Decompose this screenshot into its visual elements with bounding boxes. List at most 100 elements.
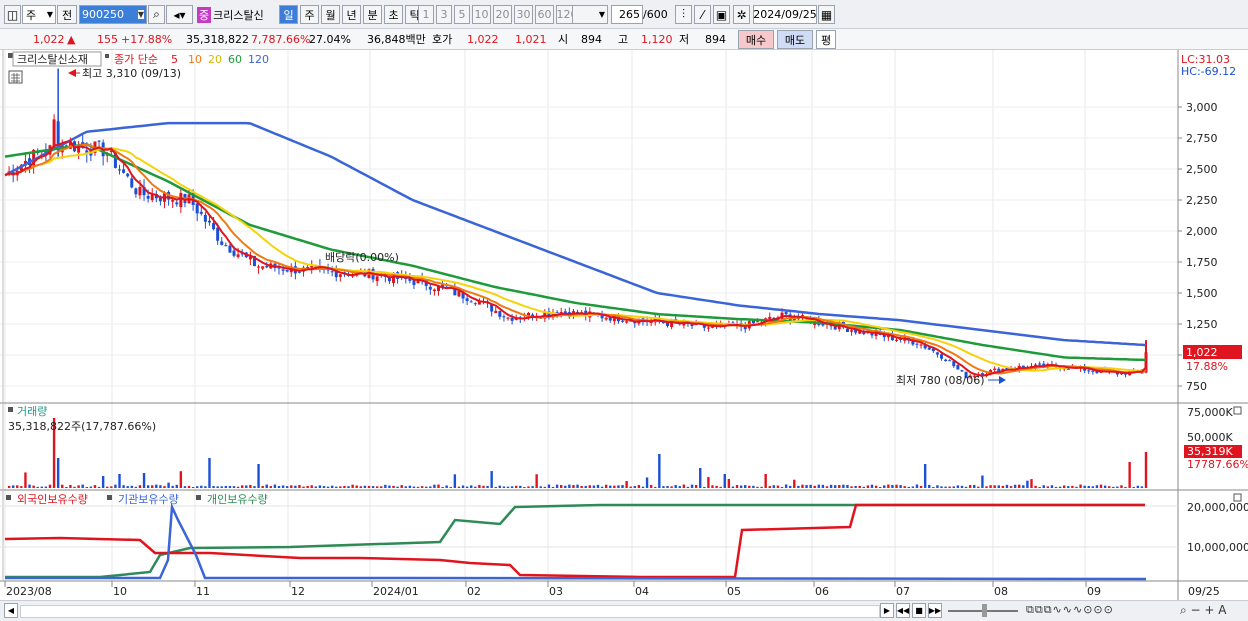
- candle-body: [216, 227, 220, 241]
- prev-button[interactable]: 전: [57, 5, 77, 24]
- volume-bar: [649, 484, 653, 488]
- candle-body: [494, 310, 498, 313]
- x-tick-label: 2023/08: [6, 585, 52, 598]
- candle-body: [257, 266, 261, 268]
- volume-bar: [1022, 485, 1025, 488]
- rewind-icon[interactable]: ◀◀: [896, 603, 910, 618]
- interval-button[interactable]: 30: [514, 5, 533, 24]
- volume-bar: [384, 484, 387, 488]
- volume-bar: [1067, 486, 1070, 488]
- interval-button[interactable]: 3: [436, 5, 452, 24]
- fast-forward-icon[interactable]: ▶▶: [928, 603, 942, 618]
- volume-bar: [932, 486, 935, 488]
- volume-bar: [437, 484, 440, 488]
- count-input[interactable]: 265: [611, 5, 643, 24]
- legend-individual: 개인보유수량: [207, 493, 268, 506]
- volume-bar: [572, 484, 575, 488]
- candle-body: [927, 347, 931, 350]
- volume-bar: [77, 485, 80, 488]
- period-tab[interactable]: 월: [321, 5, 340, 24]
- buy-button[interactable]: 매수: [738, 30, 774, 49]
- candle-body: [845, 328, 849, 332]
- calendar-icon[interactable]: ▦: [818, 5, 835, 24]
- interval-button[interactable]: 5: [454, 5, 470, 24]
- volume-bar: [1128, 462, 1131, 488]
- candle-body: [375, 276, 379, 282]
- interval-button[interactable]: 60: [535, 5, 554, 24]
- volume-bar: [273, 484, 277, 488]
- drawing-tools-icon[interactable]: ⧉⧉⧉∿∿∿⊙⊙⊙: [1026, 603, 1114, 617]
- volume-bar: [314, 486, 318, 488]
- period-tab[interactable]: 주: [300, 5, 319, 24]
- stock-code-input[interactable]: 900250 ▼: [79, 5, 147, 24]
- volume-bar: [245, 485, 248, 488]
- volume-bar: [809, 484, 812, 488]
- volume-bar: [155, 484, 158, 488]
- volume-bar: [114, 484, 117, 488]
- volume-bar: [1120, 485, 1123, 488]
- volume-bar: [793, 479, 796, 488]
- volume-bar: [40, 486, 44, 488]
- interval-button[interactable]: 1: [418, 5, 434, 24]
- interval-dropdown[interactable]: ▼: [572, 5, 608, 24]
- save-icon[interactable]: ▣: [713, 5, 730, 24]
- chart-area[interactable]: 크리스탈신소재 종가 단순 5 10 20 60 120 최고 3,310 (0…: [0, 50, 1248, 600]
- interval-button[interactable]: 20: [493, 5, 512, 24]
- legend-ma120: 120: [248, 53, 269, 66]
- period-tab[interactable]: 년: [342, 5, 361, 24]
- volume-bar: [359, 486, 362, 488]
- period-tab[interactable]: 초: [384, 5, 403, 24]
- volume-bar: [956, 485, 960, 488]
- volume-bar: [682, 484, 686, 488]
- candle-body: [122, 169, 126, 173]
- volume-bar: [543, 486, 547, 488]
- candle-icon[interactable]: ⫶: [675, 5, 692, 24]
- candle-body: [232, 250, 236, 256]
- candle-body: [1087, 370, 1091, 372]
- scroll-track[interactable]: [20, 605, 880, 618]
- volume-bar: [146, 485, 150, 488]
- gear-icon[interactable]: ✲: [733, 5, 750, 24]
- x-tick-label: 10: [113, 585, 127, 598]
- volume-bar: [97, 486, 101, 488]
- volume-bar: [179, 471, 183, 488]
- scroll-right-icon[interactable]: ▶: [880, 603, 894, 618]
- volume-bar: [453, 474, 457, 488]
- candle-body: [956, 365, 960, 370]
- draw-line-icon[interactable]: ⁄: [694, 5, 711, 24]
- volume-bar: [81, 484, 84, 488]
- interval-button[interactable]: 10: [472, 5, 491, 24]
- eval-button[interactable]: 평: [816, 30, 836, 49]
- speaker-icon[interactable]: ◂▾: [166, 5, 193, 24]
- sell-button[interactable]: 매도: [777, 30, 813, 49]
- volume-bar: [433, 484, 436, 488]
- type-select[interactable]: 주 ▼: [22, 5, 56, 24]
- volume-bar: [171, 485, 174, 488]
- volume-bar: [850, 486, 853, 488]
- volume-bar: [498, 485, 502, 488]
- window-layout-icon[interactable]: ◫: [4, 5, 21, 24]
- candle-body: [171, 200, 175, 202]
- legend-ma5: 5: [171, 53, 178, 66]
- scroll-left-icon[interactable]: ◀: [4, 603, 18, 618]
- zoom-slider-handle[interactable]: [982, 604, 987, 617]
- date-input[interactable]: 2024/09/25: [753, 5, 817, 24]
- volume-bar: [940, 486, 943, 488]
- volume-bar: [911, 486, 915, 488]
- max-price-label: 최고 3,310 (09/13): [82, 67, 181, 80]
- bid-price-1: 1,022: [467, 33, 499, 46]
- volume-bar: [486, 485, 489, 488]
- candle-body: [265, 266, 269, 268]
- volume-bar: [645, 477, 649, 488]
- volume-bar: [191, 486, 195, 488]
- stop-icon[interactable]: ■: [912, 603, 926, 618]
- period-tab[interactable]: 분: [363, 5, 382, 24]
- candle-body: [1038, 363, 1042, 365]
- volume-bar: [142, 472, 146, 488]
- search-icon[interactable]: ⌕: [148, 5, 165, 24]
- volume-bar: [866, 485, 870, 488]
- period-tab[interactable]: 일: [279, 5, 298, 24]
- volume-bar: [1063, 485, 1066, 488]
- candle-body: [935, 352, 939, 355]
- zoom-controls-icon[interactable]: ⌕ − + A: [1180, 603, 1226, 618]
